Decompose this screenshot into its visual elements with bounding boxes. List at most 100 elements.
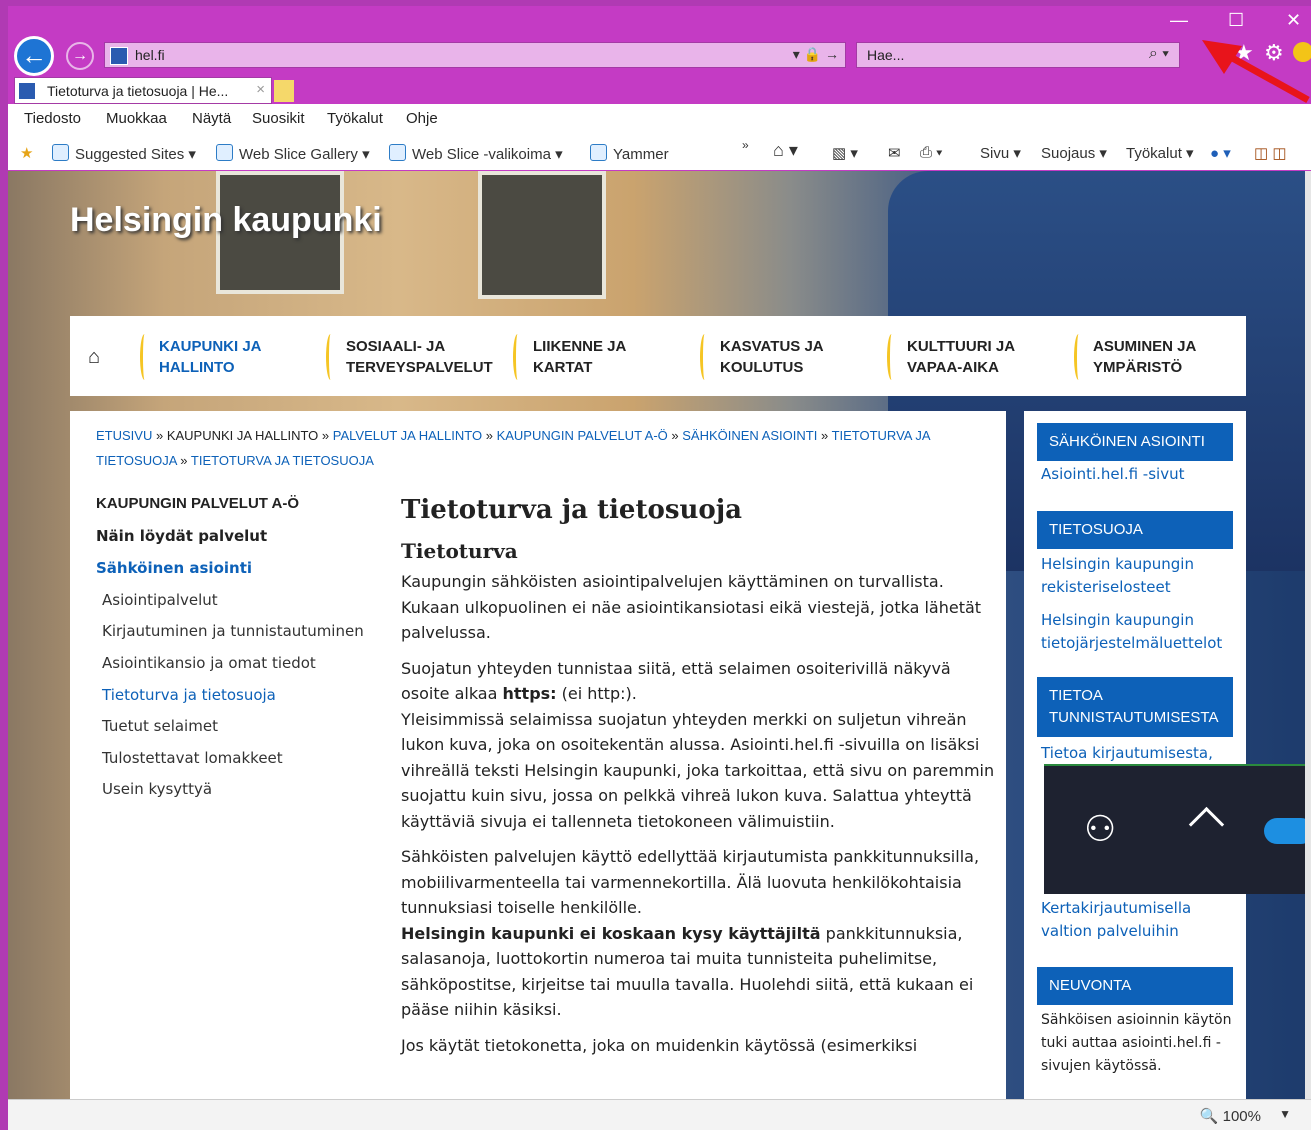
vertical-scrollbar[interactable] <box>1305 171 1311 1099</box>
ie-page-icon <box>52 144 69 161</box>
fav-suggested-sites[interactable]: Suggested Sites ▾ <box>52 144 196 163</box>
search-box[interactable]: Hae... ⌕ ▾ <box>856 42 1180 68</box>
nav-label-line2: HALLINTO <box>159 359 235 376</box>
nav-separator <box>140 334 149 380</box>
paragraph: Jos käytät tietokonetta, joka on muidenk… <box>401 1035 918 1055</box>
search-placeholder[interactable]: Hae... <box>867 47 904 63</box>
tab-active[interactable]: Tietoturva ja tietosuoja | He... × <box>14 77 272 104</box>
site-favicon-icon <box>110 47 128 65</box>
fav-web-slice-valikoima[interactable]: Web Slice -valikoima ▾ <box>389 144 563 163</box>
sidebar-item-tietoturva[interactable]: Tietoturva ja tietosuoja <box>102 686 276 704</box>
ie-page-icon <box>216 144 233 161</box>
chevron-more-icon[interactable]: » <box>742 138 749 152</box>
new-tab-icon[interactable] <box>274 80 294 102</box>
sidebar-item-asiointipalvelut[interactable]: Asiointipalvelut <box>102 591 218 609</box>
nav-label-line2: TERVEYSPALVELUT <box>346 359 493 376</box>
nav-sosiaali-ja-terveyspalvelut[interactable]: SOSIAALI- JA TERVEYSPALVELUT <box>346 336 516 378</box>
text: Yleisimmissä selaimissa suojatun yhteyde… <box>401 709 995 831</box>
nav-label-line1: ASUMINEN JA <box>1093 338 1197 355</box>
link-tietoa-kirjautumisesta[interactable]: Tietoa kirjautumisesta, <box>1041 742 1237 765</box>
menu-file[interactable]: Tiedosto <box>24 110 81 127</box>
menu-favorites[interactable]: Suosikit <box>252 110 305 127</box>
breadcrumb-item[interactable]: PALVELUT JA HALLINTO <box>333 428 482 443</box>
help-icon[interactable]: ● ▾ <box>1210 144 1231 162</box>
nav-separator <box>513 334 522 380</box>
fav-web-slice-gallery[interactable]: Web Slice Gallery ▾ <box>216 144 370 163</box>
favorites-bar: ★ Suggested Sites ▾ Web Slice Gallery ▾ … <box>8 134 1311 170</box>
zoom-level[interactable]: 🔍 100% <box>1200 1107 1261 1125</box>
nav-label-line2: KOULUTUS <box>720 359 804 376</box>
fav-label: Yammer <box>613 146 669 163</box>
onedrive-cloud-icon[interactable] <box>1264 818 1311 844</box>
nav-asuminen-ja-ymparisto[interactable]: ASUMINEN JA YMPÄRISTÖ <box>1093 336 1263 378</box>
command-tools[interactable]: Työkalut ▾ <box>1126 144 1194 162</box>
nav-kulttuuri-ja-vapaa-aika[interactable]: KULTTUURI JA VAPAA-AIKA <box>907 336 1077 378</box>
menu-tools[interactable]: Työkalut <box>327 110 383 127</box>
site-title[interactable]: Helsingin kaupunki <box>70 201 382 240</box>
link-tietojarjestelmaluettelot[interactable]: Helsingin kaupungin tietojärjestelmäluet… <box>1041 609 1237 655</box>
bold-warning-text: Helsingin kaupunki ei koskaan kysy käytt… <box>401 923 821 943</box>
address-text[interactable]: hel.fi <box>135 47 165 63</box>
tab-title[interactable]: Tietoturva ja tietosuoja | He... <box>47 83 228 99</box>
mail-icon[interactable]: ✉ <box>888 144 901 162</box>
command-page[interactable]: Sivu ▾ <box>980 144 1021 162</box>
paragraph: Sähköisten palvelujen käyttö edellyttää … <box>401 844 1001 1023</box>
search-icon[interactable]: ⌕ ▾ <box>1149 45 1169 63</box>
breadcrumb-item[interactable]: TIETOTURVA JA TIETOSUOJA <box>191 453 374 468</box>
link-kertakirjautuminen[interactable]: Kertakirjautumisella valtion palveluihin <box>1041 897 1237 943</box>
page-title: Tietoturva ja tietosuoja <box>401 495 742 525</box>
nav-liikenne-ja-kartat[interactable]: LIIKENNE JA KARTAT <box>533 336 703 378</box>
sidebar-item-kirjautuminen[interactable]: Kirjautuminen ja tunnistautuminen <box>102 622 364 640</box>
right-column: SÄHKÖINEN ASIOINTI Asiointi.hel.fi -sivu… <box>1024 411 1246 1099</box>
add-favorite-star-icon[interactable]: ★ <box>20 144 33 162</box>
research-icon[interactable]: ◫ ◫ <box>1254 144 1287 162</box>
address-bar[interactable]: hel.fi ▾ 🔒 → <box>104 42 846 68</box>
home-command-icon[interactable]: ⌂ ▾ <box>773 140 798 161</box>
sidebar-heading[interactable]: KAUPUNGIN PALVELUT A-Ö <box>96 495 299 512</box>
menu-help[interactable]: Ohje <box>406 110 438 127</box>
sidebar-item-usein-kysyttya[interactable]: Usein kysyttyä <box>102 780 212 798</box>
ie-page-icon <box>590 144 607 161</box>
minimize-button[interactable]: — <box>1170 10 1188 31</box>
print-icon[interactable]: ⎙ ▾ <box>920 144 942 161</box>
people-icon[interactable]: ⚇ <box>1084 808 1116 850</box>
tab-row: Tietoturva ja tietosuoja | He... × <box>8 76 1311 104</box>
paragraph: Suojatun yhteyden tunnistaa siitä, että … <box>401 656 1001 835</box>
sidebar-item-tuetut-selaimet[interactable]: Tuetut selaimet <box>102 717 218 735</box>
breadcrumb-separator: » <box>817 428 832 443</box>
close-window-button[interactable]: ✕ <box>1286 10 1301 31</box>
link-rekisteriselosteet[interactable]: Helsingin kaupungin rekisteriselosteet <box>1041 553 1237 599</box>
menu-view[interactable]: Näytä <box>192 110 231 127</box>
breadcrumb-item[interactable]: SÄHKÖINEN ASIOINTI <box>682 428 817 443</box>
nav-label-line1: KULTTUURI JA <box>907 338 1016 355</box>
feeds-icon[interactable]: ▧ ▾ <box>832 144 858 162</box>
nav-kasvatus-ja-koulutus[interactable]: KASVATUS JA KOULUTUS <box>720 336 890 378</box>
breadcrumb-item[interactable]: KAUPUNGIN PALVELUT A-Ö <box>497 428 668 443</box>
maximize-button[interactable]: ☐ <box>1228 10 1244 31</box>
nav-label-line2: VAPAA-AIKA <box>907 359 999 376</box>
content-area: ETUSIVU » KAUPUNKI JA HALLINTO » PALVELU… <box>70 411 1006 1099</box>
sidebar-item-nain-loydat-palvelut[interactable]: Näin löydät palvelut <box>96 527 267 545</box>
breadcrumb-separator: » <box>176 453 191 468</box>
link-asiointi-sivut[interactable]: Asiointi.hel.fi -sivut <box>1041 463 1237 486</box>
chevron-up-icon[interactable] <box>1188 806 1225 843</box>
menu-edit[interactable]: Muokkaa <box>106 110 167 127</box>
forward-button[interactable]: → <box>66 42 94 70</box>
command-safety[interactable]: Suojaus ▾ <box>1041 144 1107 162</box>
back-button[interactable]: ← <box>14 36 54 76</box>
nav-kaupunki-ja-hallinto[interactable]: KAUPUNKI JA HALLINTO <box>159 336 329 378</box>
address-tools-icon[interactable]: ▾ 🔒 → <box>793 46 839 63</box>
menu-bar: Tiedosto Muokkaa Näytä Suosikit Työkalut… <box>8 104 1311 134</box>
home-icon[interactable]: ⌂ <box>88 346 100 369</box>
browser-window: ← → hel.fi ▾ 🔒 → Hae... ⌕ ▾ — ☐ ✕ ★ ⚙ Ti… <box>8 6 1311 1130</box>
sidebar-item-sahkoinen-asiointi[interactable]: Sähköinen asiointi <box>96 559 252 577</box>
tab-close-icon[interactable]: × <box>256 81 265 98</box>
zoom-dropdown-icon[interactable]: ▼ <box>1279 1107 1291 1121</box>
fav-label: Web Slice Gallery ▾ <box>239 146 370 163</box>
fav-yammer[interactable]: Yammer <box>590 144 669 163</box>
breadcrumb-item[interactable]: ETUSIVU <box>96 428 152 443</box>
sidebar-item-asiointikansio[interactable]: Asiointikansio ja omat tiedot <box>102 654 316 672</box>
breadcrumb-separator: » <box>152 428 167 443</box>
text: (ei http:). <box>556 684 637 703</box>
sidebar-item-tulostettavat-lomakkeet[interactable]: Tulostettavat lomakkeet <box>102 749 283 767</box>
